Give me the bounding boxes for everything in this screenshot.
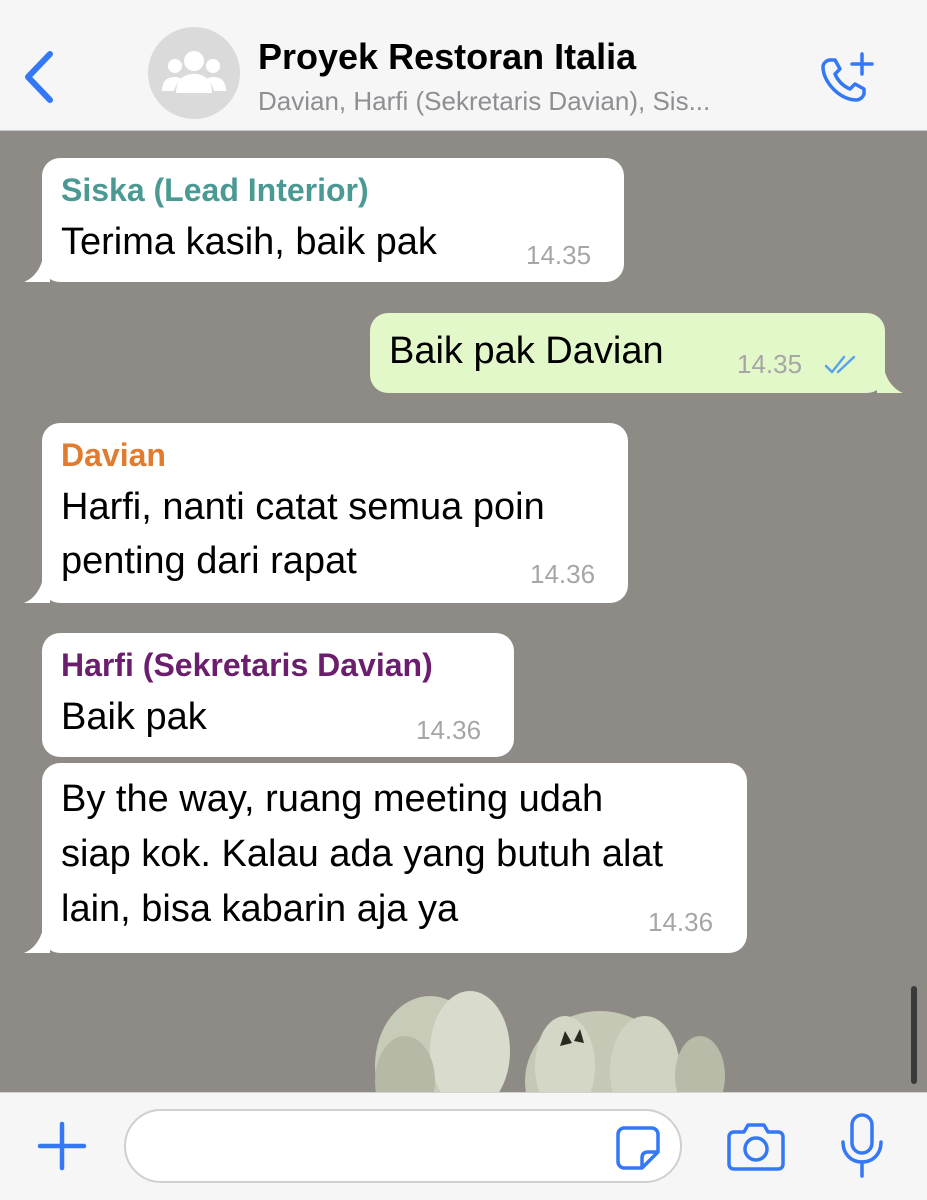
message-text: Baik pak Davian [389,330,664,372]
message-bubble[interactable]: Harfi (Sekretaris Davian) Baik pak 14.36 [42,633,514,757]
message-time: 14.36 [416,715,482,745]
chat-participants[interactable]: Davian, Harfi (Sekretaris Davian), Sis..… [258,86,798,117]
chevron-left-icon [25,51,53,103]
microphone-icon [841,1113,883,1178]
camera-icon [727,1123,785,1171]
message-text: penting dari rapat [61,540,357,582]
message-time: 14.35 [526,240,592,270]
message-input[interactable] [124,1109,682,1183]
sticker-icon [616,1126,660,1170]
outgoing-message-bubble[interactable]: Baik pak Davian 14.35 [370,313,903,393]
group-icon [162,51,226,93]
plus-icon [37,1121,87,1171]
attach-button[interactable] [34,1118,90,1174]
group-avatar[interactable] [148,27,240,119]
sticker-button[interactable] [614,1124,662,1172]
bubble-tail [24,573,50,603]
message-text: Baik pak [61,696,207,738]
phone-plus-icon [821,52,874,102]
message-bubble[interactable]: Siska (Lead Interior) Terima kasih, baik… [24,158,624,282]
camera-button[interactable] [726,1120,786,1172]
sender-name[interactable]: Davian [61,437,166,474]
back-button[interactable] [18,46,62,108]
wallpaper-flowers-image [375,991,725,1092]
scrollbar[interactable] [911,986,917,1084]
microphone-button[interactable] [838,1112,886,1180]
read-receipt-icon [824,355,856,374]
add-call-button[interactable] [818,50,880,106]
message-time: 14.36 [648,907,714,937]
message-time: 14.36 [530,559,596,589]
message-text: lain, bisa kabarin aja ya [61,888,459,930]
message-bubble[interactable]: By the way, ruang meeting udah siap kok.… [24,763,747,953]
message-text: Harfi, nanti catat semua poin [61,486,545,528]
message-bubble[interactable]: Davian Harfi, nanti catat semua poin pen… [24,423,628,603]
bubble-tail [24,252,50,282]
bubble-tail [24,923,50,953]
sender-name[interactable]: Siska (Lead Interior) [61,172,369,209]
message-text: siap kok. Kalau ada yang butuh alat [61,833,664,875]
chat-header: Proyek Restoran Italia Davian, Harfi (Se… [0,0,927,131]
message-text: By the way, ruang meeting udah [61,778,604,820]
message-text: Terima kasih, baik pak [61,221,437,263]
chat-title[interactable]: Proyek Restoran Italia [258,36,636,78]
message-time: 14.35 [737,349,803,379]
bubble-tail [877,363,903,393]
message-list[interactable]: Siska (Lead Interior) Terima kasih, baik… [0,131,927,1092]
sender-name[interactable]: Harfi (Sekretaris Davian) [61,647,433,684]
